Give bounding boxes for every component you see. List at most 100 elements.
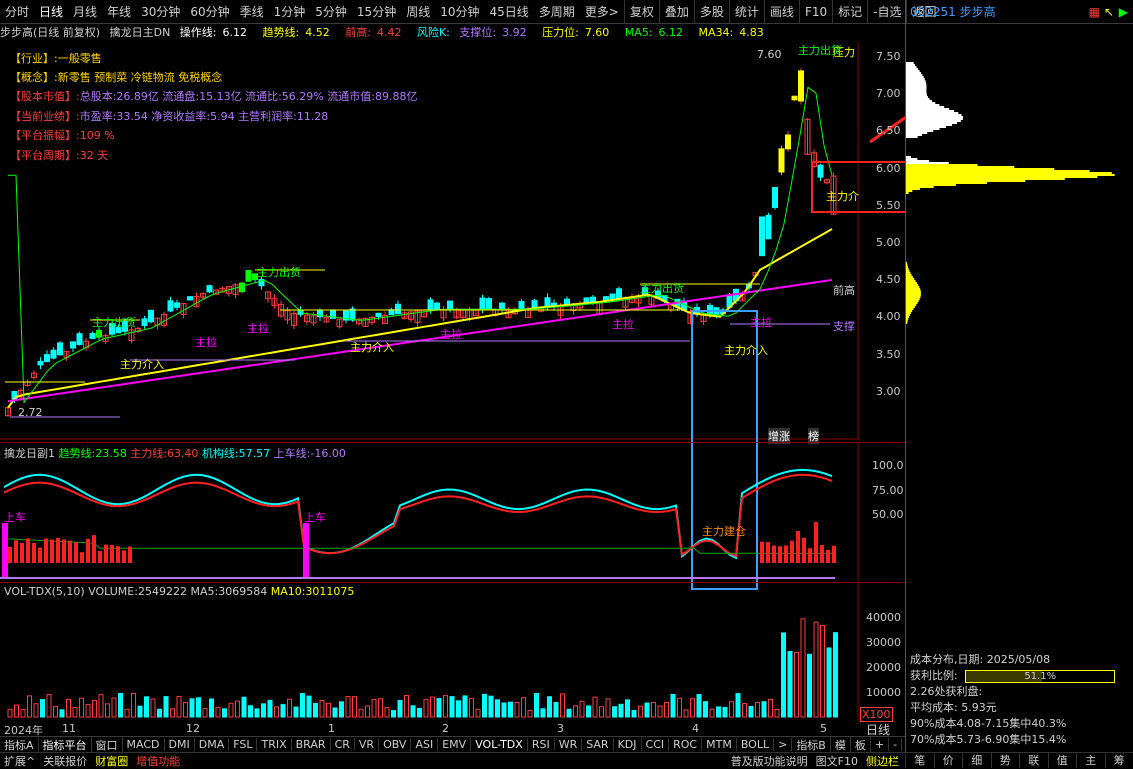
button-overlay[interactable]: 叠加 xyxy=(659,0,694,24)
indicator-tab[interactable]: MTM xyxy=(702,738,737,751)
indicator-tab[interactable]: TRIX xyxy=(257,738,291,751)
related-quotes-tab[interactable]: 关联报价 xyxy=(39,753,91,769)
tab-45day[interactable]: 45日线 xyxy=(485,0,534,24)
tab-30min[interactable]: 30分钟 xyxy=(136,0,185,24)
tab-multi-period[interactable]: 多周期 xyxy=(534,0,580,24)
tab-more[interactable]: 更多> xyxy=(580,0,624,24)
volume-panel[interactable]: VOL-TDX(5,10) VOLUME:2549222 MA5:3069584… xyxy=(0,582,905,720)
ma5-label: MA5: xyxy=(625,26,653,39)
button-stats[interactable]: 统计 xyxy=(729,0,764,24)
indicator-tab[interactable]: EMV xyxy=(438,738,471,751)
indicator-tab[interactable]: FSL xyxy=(229,738,257,751)
right-tab[interactable]: 细 xyxy=(962,752,991,768)
tab-60min[interactable]: 60分钟 xyxy=(185,0,234,24)
indicator-tab[interactable]: 模 xyxy=(831,737,851,753)
tab-yearly[interactable]: 年线 xyxy=(102,0,136,24)
indicator-tab[interactable]: OBV xyxy=(379,738,411,751)
prev-high-label: 前高: xyxy=(345,26,371,39)
tab-10min[interactable]: 10分钟 xyxy=(435,0,484,24)
tab-monthly[interactable]: 月线 xyxy=(68,0,102,24)
tab-daily[interactable]: 日线 xyxy=(34,0,68,24)
right-tab[interactable]: 筹 xyxy=(1105,752,1133,768)
right-tab[interactable]: 联 xyxy=(1019,752,1048,768)
flag-icon[interactable]: ▦ xyxy=(1089,0,1100,24)
tab-5min[interactable]: 5分钟 xyxy=(310,0,352,24)
indicator-tab[interactable]: RSI xyxy=(528,738,555,751)
button-multi-stock[interactable]: 多股 xyxy=(694,0,729,24)
sidebar-link[interactable]: 侧边栏 xyxy=(862,753,903,769)
indicator-tab[interactable]: 窗口 xyxy=(92,737,123,753)
entry-label-1: 主力介入 xyxy=(120,356,164,372)
perf-value: 市盈率:33.54 净资收益率:5.94 主营利润率:11.28 xyxy=(80,110,329,123)
indicator-tab[interactable]: CR xyxy=(331,738,355,751)
press-value: 7.60 xyxy=(585,26,610,39)
button-draw[interactable]: 画线 xyxy=(764,0,799,24)
chart-title: 步步高(日线 前复权) xyxy=(0,26,100,39)
right-tab[interactable]: 主 xyxy=(1076,752,1105,768)
right-tab[interactable]: 势 xyxy=(991,752,1020,768)
indicator-tab[interactable]: SAR xyxy=(582,738,613,751)
tab-1min[interactable]: 1分钟 xyxy=(269,0,311,24)
price-tick: 7.00 xyxy=(876,87,901,100)
volume-tick: 40000 xyxy=(866,611,901,624)
cursor-icon[interactable]: ↖ xyxy=(1104,0,1114,24)
shipment-label-2: 主力出货 xyxy=(257,264,301,280)
period-key: 【平台周期】: xyxy=(10,149,80,162)
indicator-tab[interactable]: MACD xyxy=(123,738,165,751)
industry-row: 【行业】:一般零售 xyxy=(10,50,102,66)
indicator-tab[interactable]: BOLL xyxy=(737,738,774,751)
volume-tick: 30000 xyxy=(866,636,901,649)
indicator-name[interactable]: 擒龙日主DN xyxy=(110,26,171,39)
tab-weekly[interactable]: 周线 xyxy=(401,0,435,24)
indicator-tab[interactable]: > xyxy=(774,738,792,751)
indicator-tab[interactable]: ASI xyxy=(411,738,438,751)
indicator-tab[interactable]: KDJ xyxy=(614,738,642,751)
tab-15min[interactable]: 15分钟 xyxy=(352,0,401,24)
button-mark[interactable]: 标记 xyxy=(832,0,867,24)
indicator-tab[interactable]: DMA xyxy=(195,738,230,751)
indicator-tab[interactable]: VR xyxy=(355,738,379,751)
date-tick: 12 xyxy=(186,722,200,735)
pull-label-2: 主拉 xyxy=(247,320,269,336)
indicator-tab[interactable]: 板 xyxy=(851,737,871,753)
tab-quarterly[interactable]: 季线 xyxy=(235,0,269,24)
help-link[interactable]: 普及版功能说明 xyxy=(727,753,812,769)
indicator-tab[interactable]: VOL-TDX xyxy=(471,738,528,751)
op-label: 操作线: xyxy=(180,26,217,39)
indicator-tab[interactable]: 指标平台 xyxy=(39,737,92,753)
pull-label-5: 主拉 xyxy=(750,314,772,330)
right-tab[interactable]: 价 xyxy=(934,752,963,768)
indicator-tab[interactable]: - xyxy=(889,738,902,751)
expand-button[interactable]: 扩展^ xyxy=(0,753,39,769)
price-tick: 5.50 xyxy=(876,199,901,212)
avg-cost: 平均成本: 5.93元 xyxy=(910,700,1132,716)
amplitude-row: 【平台振幅】:109 % xyxy=(10,127,115,143)
indicator-tab[interactable]: 指标B xyxy=(792,737,831,753)
indicator-tab[interactable]: DMI xyxy=(165,738,195,751)
button-f10[interactable]: F10 xyxy=(799,0,832,24)
price-tick: 3.00 xyxy=(876,385,901,398)
value-added-tab[interactable]: 增值功能 xyxy=(132,753,184,769)
button-add-watchlist[interactable]: -自选 xyxy=(867,0,906,24)
indicator-tab[interactable]: ROC xyxy=(669,738,702,751)
volume-tick: 20000 xyxy=(866,661,901,674)
cost-90: 90%成本4.08-7.15集中40.3% xyxy=(910,716,1132,732)
right-tab[interactable]: 笔 xyxy=(905,752,934,768)
wealth-circle-tab[interactable]: 财富圈 xyxy=(91,753,132,769)
cost-70: 70%成本5.73-6.90集中15.4% xyxy=(910,732,1132,748)
button-fuquan[interactable]: 复权 xyxy=(624,0,659,24)
indicator-tab[interactable]: 指标A xyxy=(0,737,39,753)
indicator-tab[interactable]: WR xyxy=(555,738,583,751)
indicator-tab[interactable]: BRAR xyxy=(292,738,331,751)
sub-indicator-panel[interactable]: 擒龙日副1 趋势线:23.58 主力线:63.40 机构线:57.57 上车线:… xyxy=(0,442,905,580)
op-value: 6.12 xyxy=(223,26,248,39)
play-icon[interactable]: ▶ xyxy=(1119,0,1128,24)
f10-link[interactable]: 图文F10 xyxy=(812,753,862,769)
indicator-tab[interactable]: + xyxy=(871,738,889,751)
support-label: 支撑 xyxy=(833,318,855,334)
right-tab[interactable]: 值 xyxy=(1048,752,1077,768)
tab-fenshi[interactable]: 分时 xyxy=(0,0,34,24)
entry-label-3: 主力介入 xyxy=(724,342,768,358)
chip-distribution-panel: 002251 步步高 ▦ ↖ ▶ 成本分布,日期: 2025/05/08 获利比… xyxy=(905,0,1133,752)
indicator-tab[interactable]: CCI xyxy=(642,738,670,751)
